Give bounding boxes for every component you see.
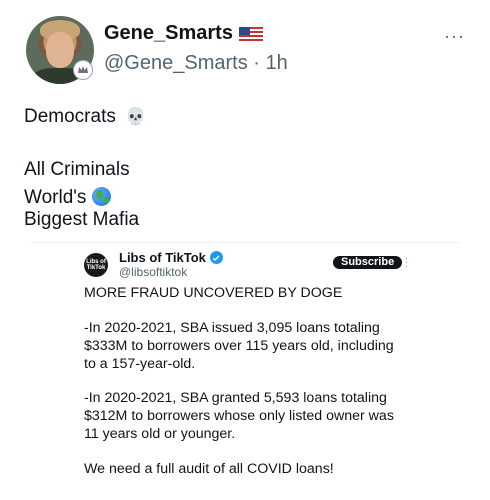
embed-line: to a 157-year-old. bbox=[84, 356, 196, 372]
post-time[interactable]: 1h bbox=[266, 52, 288, 74]
embed-line: $333M to borrowers over 115 years old, i… bbox=[84, 338, 394, 354]
author-handle[interactable]: @Gene_Smarts bbox=[104, 52, 248, 74]
globe-icon bbox=[91, 187, 111, 206]
author-display-name[interactable]: Gene_Smarts bbox=[104, 22, 233, 45]
embed-author-handle[interactable]: @libsoftiktok bbox=[119, 265, 187, 279]
post-line-3: World's bbox=[24, 184, 111, 209]
embed-line: -In 2020-2021, SBA issued 3,095 loans to… bbox=[84, 320, 380, 336]
author-handle-line: @Gene_Smarts · 1h bbox=[104, 52, 288, 75]
embed-more-icon[interactable]: · · · bbox=[405, 255, 408, 271]
embed-author-name-row[interactable]: Libs of TikTok bbox=[119, 250, 223, 265]
embed-line: We need a full audit of all COVID loans! bbox=[84, 461, 334, 477]
verified-badge-icon bbox=[209, 251, 223, 264]
divider bbox=[30, 242, 460, 243]
embed-author-name[interactable]: Libs of TikTok bbox=[119, 250, 206, 265]
avatar-face bbox=[46, 32, 74, 68]
post-line-1: Democrats 💀 bbox=[24, 106, 146, 128]
more-options-icon[interactable]: ··· bbox=[444, 26, 465, 47]
embed-line: 11 years old or younger. bbox=[84, 426, 236, 442]
subscribe-button[interactable]: Subscribe bbox=[333, 256, 403, 269]
embed-line: -In 2020-2021, SBA granted 5,593 loans t… bbox=[84, 390, 387, 406]
affiliate-badge-icon bbox=[73, 60, 93, 80]
author-name-row[interactable]: Gene_Smarts bbox=[104, 22, 263, 45]
post-line-3-text: World's bbox=[24, 187, 87, 208]
post-line-2: All Criminals bbox=[24, 159, 130, 180]
separator-dot: · bbox=[253, 52, 260, 74]
post-line-4: Biggest Mafia bbox=[24, 209, 140, 230]
embed-line: $312M to borrowers whose only listed own… bbox=[84, 408, 394, 424]
skull-icon: 💀 bbox=[125, 107, 147, 126]
embed-author-avatar[interactable]: Libs of TikTok bbox=[84, 253, 108, 277]
post-line-1-text: Democrats bbox=[24, 106, 116, 127]
embed-avatar-logo: Libs of TikTok bbox=[86, 259, 106, 271]
us-flag-icon bbox=[238, 26, 263, 43]
embed-headline: MORE FRAUD UNCOVERED BY DOGE bbox=[84, 285, 343, 301]
